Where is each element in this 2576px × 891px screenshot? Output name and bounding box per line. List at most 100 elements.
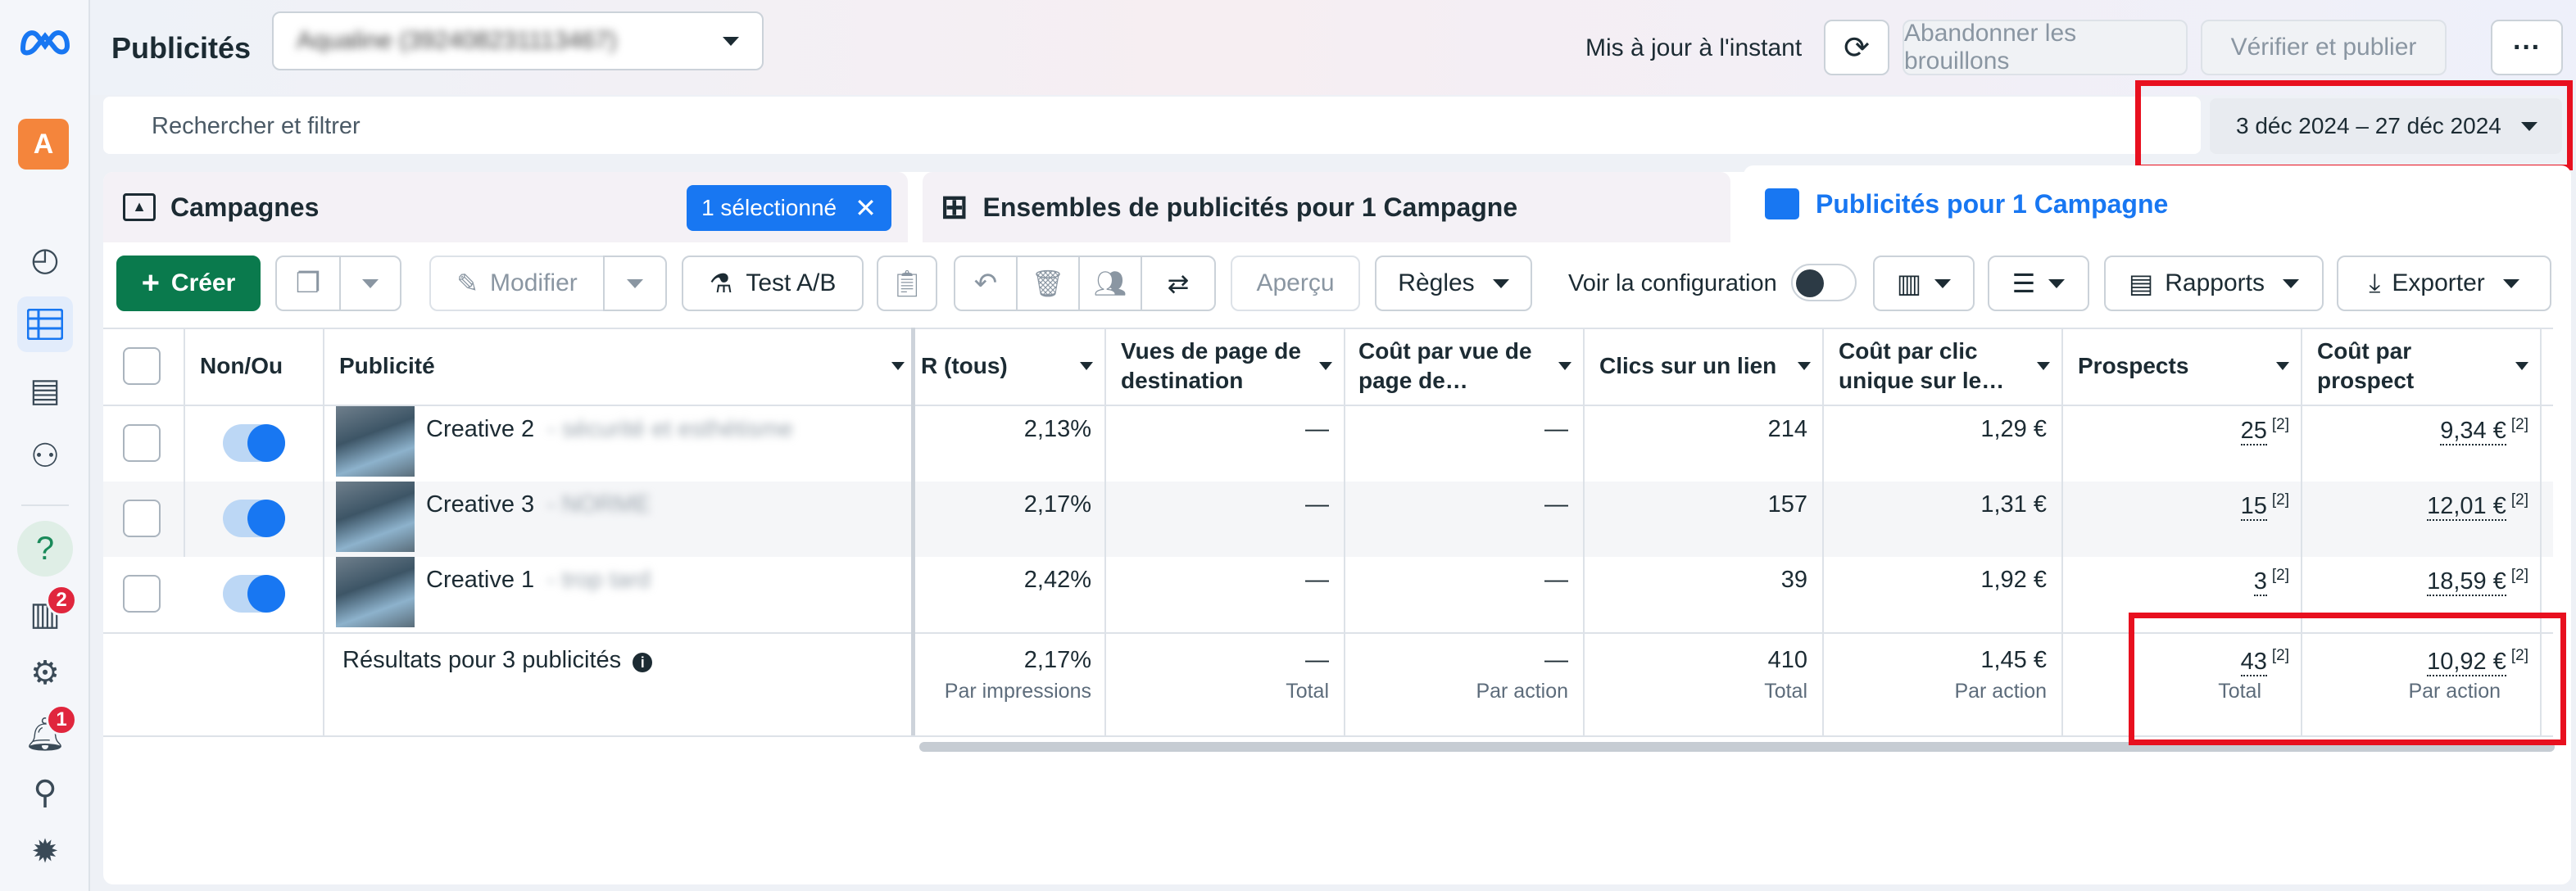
- share-button[interactable]: ⇄: [1141, 256, 1216, 311]
- settings-gear-icon[interactable]: ⚙: [17, 645, 73, 701]
- duplicate-button[interactable]: ❐: [275, 256, 341, 311]
- info-icon[interactable]: i: [633, 653, 653, 672]
- ad-thumbnail[interactable]: [336, 557, 415, 627]
- audiences-icon[interactable]: ⚇: [17, 428, 73, 484]
- duplicate-icon: ❐: [295, 268, 321, 299]
- export-button[interactable]: ⤓ Exporter: [2337, 256, 2551, 311]
- delete-button[interactable]: 🗑︎: [1016, 256, 1080, 311]
- row-cpl[interactable]: 9,34 € [2]: [2317, 416, 2528, 446]
- col-divider: [2061, 328, 2063, 735]
- duplicate-dropdown[interactable]: [339, 256, 401, 311]
- sidebar-divider: [21, 504, 69, 506]
- header-ctr-label: R (tous): [921, 353, 1008, 378]
- discard-drafts-button[interactable]: Abandonner les brouillons: [1903, 20, 2188, 75]
- row-checkbox[interactable]: [123, 500, 161, 537]
- row-cpuc: 1,31 €: [1980, 491, 2047, 518]
- selected-chip[interactable]: 1 sélectionné ✕: [687, 185, 891, 231]
- row-onoff-toggle[interactable]: [223, 575, 285, 613]
- chevron-down-icon: [2048, 278, 2066, 288]
- ads-manager-table-icon[interactable]: [17, 296, 73, 352]
- ab-test-button[interactable]: ⚗ Test A/B: [682, 256, 864, 311]
- row-checkbox[interactable]: [123, 424, 161, 462]
- bug-report-icon[interactable]: ✹: [17, 824, 73, 880]
- header-cpuc-line2: unique sur le…: [1839, 368, 2005, 393]
- row-cpl[interactable]: 12,01 € [2]: [2317, 491, 2528, 521]
- tab-ads[interactable]: Publicités pour 1 Campagne: [1765, 172, 2168, 236]
- update-status: Mis à jour à l'instant: [1585, 34, 1803, 61]
- account-selector[interactable]: Aqualine (392408231113467): [272, 11, 764, 70]
- dashboard-gauge-icon[interactable]: ◴: [17, 232, 73, 287]
- ad-thumbnail[interactable]: [336, 406, 415, 477]
- create-button[interactable]: + Créer: [116, 256, 261, 311]
- chevron-down-icon: [1798, 362, 1811, 370]
- swap-icon: ⇄: [1167, 269, 1190, 298]
- chevron-down-icon: [1080, 362, 1093, 370]
- select-all-checkbox[interactable]: [123, 347, 161, 385]
- refresh-button[interactable]: ⟳: [1824, 20, 1889, 75]
- help-icon[interactable]: ?: [17, 521, 73, 577]
- totals-clicks-sub: Total: [1764, 680, 1807, 703]
- header-lpv-line2: destination: [1121, 368, 1244, 393]
- row-cplpv: —: [1544, 567, 1568, 593]
- audience-button[interactable]: 👥︎: [1078, 256, 1142, 311]
- row-leads[interactable]: 3 [2]: [2078, 567, 2289, 596]
- header-clicks-label: Clics sur un lien: [1599, 353, 1777, 378]
- config-toggle[interactable]: [1791, 264, 1857, 301]
- chevron-down-icon: [1558, 362, 1571, 370]
- chevron-down-icon: [891, 362, 905, 370]
- header-cost-per-lead[interactable]: Coût par prospect: [2317, 328, 2528, 405]
- header-cost-per-lpv[interactable]: Coût par vue de page de…: [1358, 328, 1571, 405]
- account-avatar[interactable]: A: [18, 119, 69, 170]
- close-icon[interactable]: ✕: [855, 192, 877, 224]
- search-icon[interactable]: ⚲: [17, 765, 73, 821]
- highlight-leads-totals: [2129, 613, 2566, 745]
- meta-logo-icon[interactable]: [18, 25, 72, 57]
- chevron-down-icon: [2276, 362, 2289, 370]
- flask-icon: ⚗: [709, 269, 733, 298]
- plus-icon: +: [141, 265, 160, 301]
- header-link-clicks[interactable]: Clics sur un lien: [1599, 328, 1811, 405]
- row-cpl[interactable]: 18,59 € [2]: [2317, 567, 2528, 596]
- header-landing-page-views[interactable]: Vues de page de destination: [1121, 328, 1332, 405]
- header-onoff[interactable]: Non/Ou: [200, 328, 283, 405]
- row-onoff-toggle[interactable]: [223, 500, 285, 537]
- ad-name[interactable]: Creative 2: [426, 416, 534, 443]
- report-icon: ▤: [2129, 269, 2154, 298]
- ad-thumbnail[interactable]: [336, 482, 415, 552]
- leads-value: 15: [2240, 492, 2267, 521]
- undo-button[interactable]: ↶: [954, 256, 1018, 311]
- header-ad[interactable]: Publicité: [339, 328, 905, 405]
- pages-count-badge: 2: [46, 585, 77, 616]
- preview-button[interactable]: Aperçu: [1231, 256, 1360, 311]
- edit-button[interactable]: ✎ Modifier: [429, 256, 605, 311]
- footnote: [2]: [2271, 491, 2289, 509]
- header-ctr[interactable]: R (tous): [921, 328, 1093, 405]
- header-cpl-line2: prospect: [2317, 368, 2415, 393]
- pages-icon[interactable]: ▤: [17, 363, 73, 418]
- ad-name-suffix: - NORME: [547, 491, 651, 518]
- clipboard-button[interactable]: 📋︎: [877, 256, 937, 311]
- search-input[interactable]: Rechercher et filtrer: [152, 113, 361, 140]
- tab-campaigns-label: Campagnes: [170, 192, 320, 222]
- tab-adsets[interactable]: ⊞ Ensembles de publicités pour 1 Campagn…: [941, 175, 1517, 239]
- ad-name[interactable]: Creative 3: [426, 491, 534, 518]
- row-checkbox[interactable]: [123, 575, 161, 613]
- header-leads[interactable]: Prospects: [2078, 328, 2289, 405]
- totals-lpv: —: [1305, 647, 1329, 673]
- columns-button[interactable]: ▥: [1873, 256, 1975, 311]
- header-cost-per-unique-click[interactable]: Coût par clic unique sur le…: [1839, 328, 2050, 405]
- review-publish-button[interactable]: Vérifier et publier: [2201, 20, 2447, 75]
- edit-dropdown[interactable]: [603, 256, 667, 311]
- row-leads[interactable]: 25 [2]: [2078, 416, 2289, 446]
- ad-name[interactable]: Creative 1: [426, 567, 534, 594]
- row-onoff-toggle[interactable]: [223, 424, 285, 462]
- chevron-down-icon: [2515, 362, 2528, 370]
- search-filter-bar[interactable]: [103, 97, 2201, 154]
- reports-button[interactable]: ▤ Rapports: [2104, 256, 2324, 311]
- row-leads[interactable]: 15 [2]: [2078, 491, 2289, 521]
- selected-chip-label: 1 sélectionné: [701, 195, 837, 220]
- more-options-button[interactable]: ···: [2491, 20, 2563, 75]
- breakdown-button[interactable]: ☰: [1988, 256, 2089, 311]
- rules-button[interactable]: Règles: [1375, 256, 1532, 311]
- tab-campaigns[interactable]: ▲ Campagnes: [123, 175, 319, 239]
